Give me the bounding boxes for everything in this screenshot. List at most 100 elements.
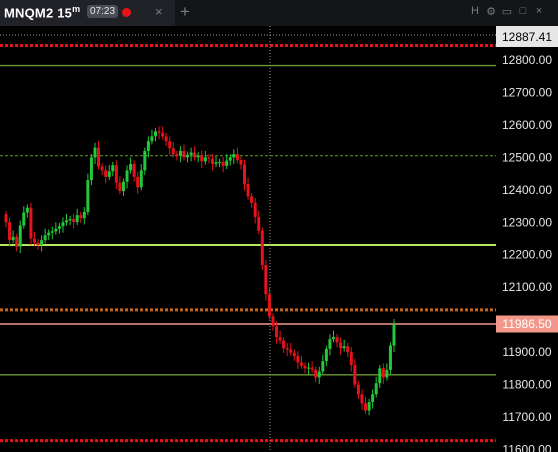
- candle-body: [253, 202, 257, 218]
- candle-body: [342, 346, 346, 349]
- candle-body: [104, 170, 108, 177]
- candle-body: [65, 220, 69, 223]
- candle-body: [125, 170, 129, 182]
- close-window-icon[interactable]: ×: [533, 5, 545, 19]
- price-tick-label: 11800.00: [502, 378, 551, 392]
- candle-body: [275, 326, 279, 338]
- candle-body: [50, 231, 54, 233]
- close-tab-icon[interactable]: ×: [155, 4, 163, 19]
- candle-body: [143, 150, 147, 171]
- candle-body: [267, 294, 271, 317]
- timeframe-unit: m: [72, 4, 81, 14]
- candle-body: [232, 154, 236, 158]
- candle-body: [381, 368, 385, 378]
- candle-body: [146, 141, 150, 151]
- current-price-label: 11986.50: [502, 317, 551, 331]
- candle-body: [139, 170, 143, 188]
- candle-body: [36, 242, 40, 246]
- candle-body: [346, 346, 350, 353]
- candle-body: [18, 225, 22, 247]
- candle-body: [61, 222, 65, 227]
- price-chart[interactable]: 12800.00 12700.00 12600.00 12500.00 12400.00…: [0, 26, 558, 452]
- candle-body: [75, 215, 79, 222]
- help-icon[interactable]: H: [469, 5, 481, 19]
- candle-body: [356, 384, 360, 395]
- candle-body: [374, 383, 378, 395]
- candle-body: [82, 211, 86, 219]
- candle-body: [207, 157, 211, 159]
- candle-body: [278, 337, 282, 341]
- candle-body: [57, 226, 61, 229]
- candle-body: [289, 349, 293, 353]
- price-tick-label: 12400.00: [502, 183, 552, 197]
- candle-body: [43, 235, 47, 241]
- maximize-icon[interactable]: □: [517, 5, 529, 19]
- price-tick-label: 12800.00: [502, 53, 552, 67]
- candle-body: [385, 369, 389, 378]
- price-tick-label: 12300.00: [502, 215, 552, 229]
- candle-body: [97, 147, 101, 167]
- candle-body: [303, 365, 307, 369]
- candle-body: [193, 152, 197, 158]
- price-tick-label: 12700.00: [502, 86, 552, 100]
- candle-body: [15, 236, 19, 247]
- candle-body: [79, 215, 83, 219]
- candle-body: [89, 157, 93, 181]
- price-tick-label: 11600.00: [502, 442, 551, 452]
- price-tick-label: 12600.00: [502, 118, 552, 132]
- candle-body: [339, 342, 343, 349]
- candle-body: [246, 184, 250, 197]
- candle-body: [186, 154, 190, 158]
- candle-body: [228, 157, 232, 161]
- candle-body: [164, 136, 168, 142]
- candle-body: [392, 324, 396, 346]
- candle-body: [257, 217, 261, 231]
- candle-body: [214, 162, 218, 164]
- candle-body: [331, 337, 335, 340]
- price-tick-label: 11900.00: [502, 345, 551, 359]
- candle-body: [317, 371, 321, 378]
- candle-body: [178, 150, 182, 156]
- candle-body: [328, 339, 332, 349]
- window-icon[interactable]: ▭: [501, 5, 513, 19]
- gear-icon[interactable]: ⚙: [485, 5, 497, 19]
- candle-body: [292, 352, 296, 356]
- price-tick-label: 12100.00: [502, 280, 552, 294]
- candle-body: [154, 131, 158, 137]
- candle-body: [107, 171, 111, 177]
- candle-body: [132, 163, 136, 177]
- candle-body: [196, 155, 200, 158]
- crosshair-price-label: 12887.41: [502, 30, 552, 44]
- candle-body: [296, 355, 300, 363]
- candle-body: [299, 362, 303, 366]
- candle-body: [282, 340, 286, 349]
- candle-body: [189, 152, 193, 155]
- candle-body: [364, 403, 368, 411]
- candle-body: [203, 157, 207, 162]
- candle-body: [114, 165, 118, 183]
- add-tab-icon[interactable]: +: [180, 2, 190, 22]
- candle-body: [242, 164, 246, 185]
- candle-body: [324, 348, 328, 362]
- candle-countdown: 07:23: [87, 5, 119, 18]
- candle-body: [239, 159, 243, 165]
- candle-body: [335, 337, 339, 343]
- price-tick-label: 12200.00: [502, 248, 552, 262]
- candle-body: [371, 394, 375, 403]
- candle-body: [285, 348, 289, 350]
- candle-body: [367, 402, 371, 411]
- candle-body: [150, 136, 154, 142]
- candle-body: [210, 158, 214, 164]
- candle-body: [353, 365, 357, 385]
- timeframe-value: 15: [57, 5, 73, 21]
- candle-body: [200, 155, 204, 162]
- candle-body: [129, 163, 133, 171]
- recording-dot-icon: [122, 8, 131, 17]
- candle-body: [264, 265, 268, 295]
- candle-body: [307, 367, 311, 369]
- candle-body: [182, 150, 186, 158]
- candle-body: [47, 232, 51, 236]
- candle-body: [175, 154, 179, 156]
- chart-tab[interactable]: MNQM2 15m 07:23 ×: [0, 0, 175, 26]
- price-tick-label: 12500.00: [502, 150, 552, 164]
